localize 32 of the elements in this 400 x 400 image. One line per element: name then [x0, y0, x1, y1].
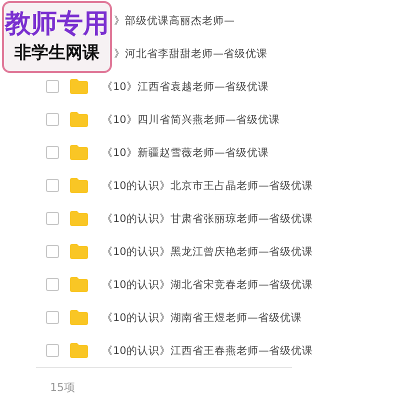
folder-icon: [70, 277, 88, 292]
folder-icon: [70, 244, 88, 259]
folder-icon: [70, 211, 88, 226]
checkbox[interactable]: [46, 344, 59, 357]
item-count: 15项: [50, 381, 75, 394]
checkbox[interactable]: [46, 80, 59, 93]
badge-title: 教师专用: [5, 10, 109, 39]
checkbox[interactable]: [46, 113, 59, 126]
file-name[interactable]: 《10的认识》江西省王春燕老师—省级优课: [102, 344, 313, 358]
file-name[interactable]: 》部级优课高丽杰老师—: [114, 14, 234, 28]
checkbox[interactable]: [46, 212, 59, 225]
file-name[interactable]: 《10的认识》北京市王占晶老师—省级优课: [102, 178, 313, 192]
folder-icon: [70, 112, 88, 127]
file-name[interactable]: 《10的认识》湖北省宋竞春老师—省级优课: [102, 278, 313, 292]
file-name[interactable]: 《10的认识》湖南省王煜老师—省级优课: [102, 310, 302, 324]
folder-icon: [70, 79, 88, 94]
checkbox[interactable]: [46, 278, 59, 291]
checkbox[interactable]: [46, 311, 59, 324]
folder-icon: [70, 310, 88, 325]
file-name[interactable]: 》河北省李甜甜老师—省级优课: [114, 46, 268, 60]
file-name[interactable]: 《10》新疆赵雪薇老师—省级优课: [102, 146, 269, 160]
checkbox[interactable]: [46, 179, 59, 192]
file-name[interactable]: 《10的认识》黑龙江曾庆艳老师—省级优课: [102, 244, 313, 258]
folder-icon: [70, 145, 88, 160]
folder-icon: [70, 343, 88, 358]
file-name[interactable]: 《10》四川省简兴燕老师—省级优课: [102, 112, 280, 126]
file-name[interactable]: 《10的认识》甘肃省张丽琼老师—省级优课: [102, 212, 313, 226]
folder-icon: [70, 178, 88, 193]
checkbox[interactable]: [46, 146, 59, 159]
checkbox[interactable]: [46, 245, 59, 258]
file-name[interactable]: 《10》江西省袁越老师—省级优课: [102, 80, 269, 94]
badge-subtitle: 非学生网课: [14, 42, 100, 64]
